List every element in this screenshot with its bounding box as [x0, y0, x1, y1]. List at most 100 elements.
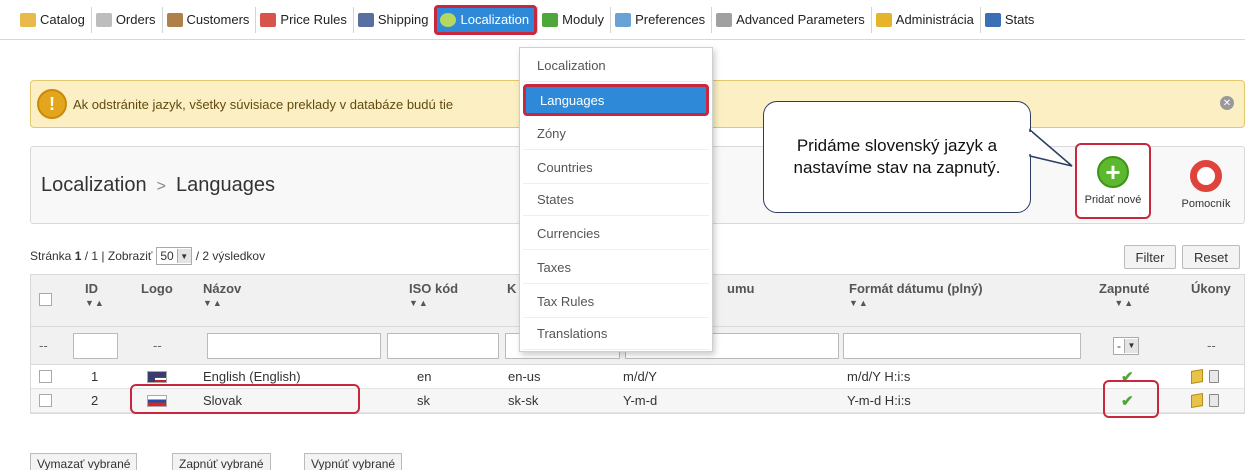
- header-iso[interactable]: ISO kód ▼▲: [409, 275, 458, 326]
- trash-icon[interactable]: [1209, 370, 1219, 383]
- dropdown-item-zones[interactable]: Zóny: [523, 118, 709, 150]
- menu-item-stats[interactable]: Stats: [979, 6, 1041, 33]
- header-id[interactable]: ID ▼▲: [85, 275, 105, 326]
- bulk-enable-button[interactable]: Zapnúť vybrané: [172, 453, 271, 470]
- edit-icon[interactable]: [1191, 392, 1203, 409]
- dropdown-item-currencies[interactable]: Currencies: [523, 218, 709, 250]
- highlight-active-check: [1103, 380, 1159, 418]
- bulk-delete-button[interactable]: Vymazať vybrané: [30, 453, 138, 470]
- header-date-format-full[interactable]: Formát dátumu (plný) ▼▲: [849, 275, 983, 326]
- menu-label: Advanced Parameters: [736, 12, 865, 27]
- filter-iso-input[interactable]: [387, 332, 499, 359]
- menu-item-localization[interactable]: Localization: [434, 4, 538, 35]
- pagination-results: / 2 výsledkov: [195, 249, 266, 263]
- filter-date-format-full-input[interactable]: [843, 332, 1081, 359]
- dropdown-item-tax-rules[interactable]: Tax Rules: [523, 286, 709, 318]
- dropdown-item-translations[interactable]: Translations: [523, 318, 709, 350]
- edit-icon[interactable]: [1191, 368, 1203, 385]
- menu-item-preferences[interactable]: Preferences: [610, 6, 711, 33]
- header-active-label: Zapnuté: [1099, 281, 1150, 296]
- header-iso-label: ISO kód: [409, 281, 459, 296]
- header-actions: Úkony: [1191, 275, 1231, 326]
- menu-label: Price Rules: [280, 12, 347, 27]
- filter-dash: --: [153, 338, 162, 353]
- header-code[interactable]: K: [507, 275, 516, 326]
- row-iso: sk: [417, 393, 430, 408]
- dropdown-item-languages[interactable]: Languages: [523, 84, 709, 116]
- trash-icon[interactable]: [1209, 394, 1219, 407]
- filter-button[interactable]: Filter: [1124, 245, 1176, 269]
- folder-icon: [20, 12, 36, 27]
- header-logo-label: Logo: [141, 281, 173, 296]
- row-id: 2: [91, 393, 99, 408]
- chevron-down-icon: ▼: [1124, 338, 1138, 353]
- dropdown-item-taxes[interactable]: Taxes: [523, 252, 709, 284]
- warning-text: Ak odstránite jazyk, všetky súvisiace pr…: [73, 96, 454, 112]
- filter-id-input[interactable]: [73, 332, 118, 359]
- menu-item-advanced-parameters[interactable]: Advanced Parameters: [711, 6, 871, 33]
- filter-dash: --: [1207, 338, 1216, 353]
- header-date-format[interactable]: umu: [727, 275, 754, 326]
- per-page-select[interactable]: 50 ▼: [156, 247, 192, 265]
- filter-active-select[interactable]: - ▼: [1113, 336, 1139, 355]
- row-iso: en: [417, 369, 432, 384]
- breadcrumb-separator: >: [156, 178, 166, 195]
- help-label: Pomocník: [1181, 198, 1231, 210]
- header-id-label: ID: [85, 281, 98, 296]
- customers-icon: [166, 12, 183, 27]
- puzzle-icon: [542, 12, 559, 27]
- select-all-checkbox[interactable]: [39, 293, 52, 306]
- wrench-icon: [716, 12, 733, 27]
- menu-label: Moduly: [562, 12, 605, 27]
- dropdown-item-states[interactable]: States: [523, 184, 709, 216]
- row-checkbox[interactable]: [39, 370, 52, 383]
- breadcrumb-section[interactable]: Localization: [41, 174, 147, 196]
- annotation-callout: Pridáme slovenský jazyk a nastavíme stav…: [763, 101, 1031, 213]
- callout-tail: [1022, 128, 1073, 167]
- filter-name-input[interactable]: [207, 332, 381, 359]
- dropdown-item-countries[interactable]: Countries: [523, 152, 709, 184]
- reset-button[interactable]: Reset: [1182, 245, 1240, 269]
- current-page: 1: [74, 249, 82, 263]
- per-page-value: 50: [160, 249, 174, 263]
- header-name-label: Názov: [203, 281, 242, 296]
- lifebuoy-icon: [1190, 160, 1222, 192]
- highlight-slovak-row: [130, 384, 360, 414]
- header-active[interactable]: Zapnuté ▼▲: [1099, 275, 1150, 326]
- orders-icon: [95, 12, 112, 27]
- sort-icon[interactable]: ▼▲: [1114, 298, 1134, 308]
- sort-icon[interactable]: ▼▲: [203, 298, 223, 308]
- header-name[interactable]: Názov ▼▲: [203, 275, 241, 326]
- price-rules-icon: [260, 12, 277, 27]
- sort-icon[interactable]: ▼▲: [85, 298, 105, 308]
- us-flag-icon: [147, 370, 167, 383]
- pagination-total: / 1 | Zobraziť: [84, 249, 153, 263]
- sort-icon[interactable]: ▼▲: [409, 298, 429, 308]
- row-checkbox[interactable]: [39, 394, 52, 407]
- help-button[interactable]: Pomocník: [1171, 147, 1241, 223]
- sort-icon[interactable]: ▼▲: [849, 298, 869, 308]
- warning-icon: !: [37, 89, 67, 119]
- breadcrumb: Localization > Languages: [41, 174, 275, 197]
- menu-item-customers[interactable]: Customers: [161, 6, 256, 33]
- menu-item-administracia[interactable]: Administrácia: [870, 6, 980, 33]
- truck-icon: [357, 12, 374, 27]
- select-all-cell: [39, 275, 52, 326]
- add-new-label: Pridať nové: [1084, 194, 1142, 206]
- dropdown-item-localization[interactable]: Localization: [523, 50, 709, 82]
- menu-label: Stats: [1004, 12, 1035, 27]
- menu-item-orders[interactable]: Orders: [90, 6, 162, 33]
- menu-item-shipping[interactable]: Shipping: [352, 6, 435, 33]
- pagination: Stránka 1 / 1 | Zobraziť 50 ▼ / 2 výsledk…: [30, 247, 265, 265]
- preferences-icon: [615, 12, 632, 27]
- callout-text: Pridáme slovenský jazyk a nastavíme stav…: [793, 136, 1001, 177]
- page-title: Languages: [175, 174, 275, 196]
- menu-item-moduly[interactable]: Moduly: [537, 6, 610, 33]
- bulk-disable-button[interactable]: Vypnúť vybrané: [304, 453, 403, 470]
- menu-item-price-rules[interactable]: Price Rules: [255, 6, 352, 33]
- close-icon[interactable]: ✕: [1220, 96, 1234, 110]
- filter-active-value: -: [1117, 338, 1121, 353]
- localization-dropdown: Localization Languages Zóny Countries St…: [519, 47, 713, 352]
- header-actions-label: Úkony: [1191, 281, 1231, 296]
- menu-item-catalog[interactable]: Catalog: [16, 7, 91, 33]
